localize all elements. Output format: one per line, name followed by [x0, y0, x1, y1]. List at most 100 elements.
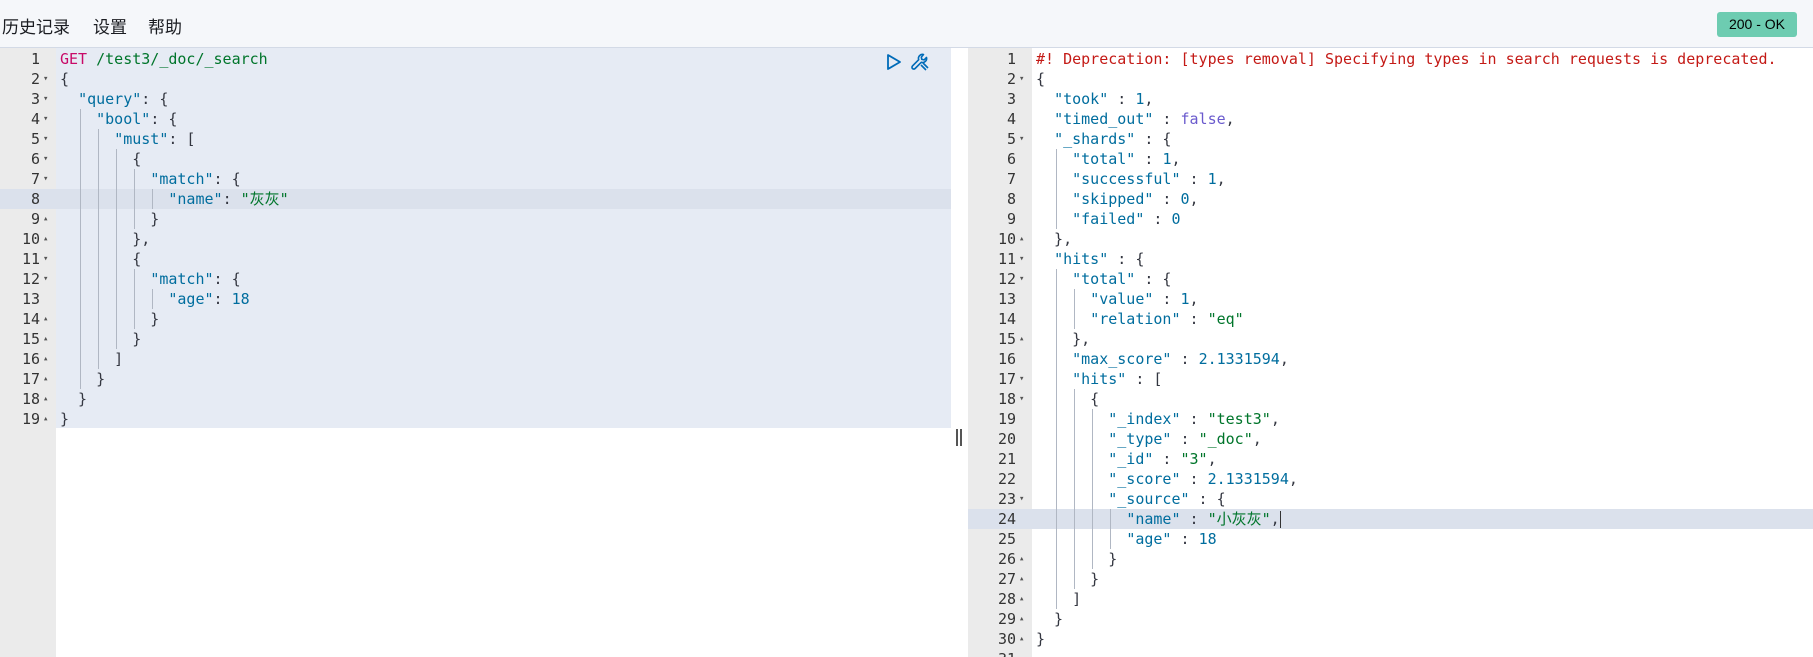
response-line[interactable]: 31: [968, 649, 1813, 657]
line-number: 6: [30, 150, 40, 168]
response-line[interactable]: 15 ▴ },: [968, 329, 1813, 349]
response-line[interactable]: 3 "took" : 1,: [968, 89, 1813, 109]
fold-open-icon[interactable]: ▾: [1019, 129, 1024, 149]
fold-open-icon[interactable]: ▾: [1019, 389, 1024, 409]
response-line[interactable]: 4 "timed_out" : false,: [968, 109, 1813, 129]
request-line[interactable]: 14 ▴ }: [0, 309, 951, 329]
request-line[interactable]: 5 ▾ "must": [: [0, 129, 951, 149]
fold-open-icon[interactable]: ▾: [43, 149, 48, 169]
request-line[interactable]: 7 ▾ "match": {: [0, 169, 951, 189]
response-line[interactable]: 9 "failed" : 0: [968, 209, 1813, 229]
request-line[interactable]: 12 ▾ "match": {: [0, 269, 951, 289]
request-line[interactable]: 2 ▾ {: [0, 69, 951, 89]
code-text: }: [1036, 630, 1046, 648]
menu-history[interactable]: 历史记录: [2, 13, 70, 38]
fold-close-icon[interactable]: ▴: [1019, 329, 1024, 349]
response-line[interactable]: 13 "value" : 1,: [968, 289, 1813, 309]
request-editor[interactable]: 1 GET /test3/_doc/_search 2 ▾{3 ▾ "query": {…: [0, 48, 951, 657]
request-line[interactable]: 9 ▴ }: [0, 209, 951, 229]
code-text: {: [60, 70, 70, 88]
fold-close-icon[interactable]: ▴: [43, 389, 48, 409]
request-line[interactable]: 16 ▴ ]: [0, 349, 951, 369]
response-line[interactable]: 16 "max_score" : 2.1331594,: [968, 349, 1813, 369]
fold-open-icon[interactable]: ▾: [43, 109, 48, 129]
response-line[interactable]: 2 ▾ {: [968, 69, 1813, 89]
fold-open-icon[interactable]: ▾: [43, 169, 48, 189]
request-line[interactable]: 3 ▾ "query": {: [0, 89, 951, 109]
response-line[interactable]: 11 ▾ "hits" : {: [968, 249, 1813, 269]
fold-close-icon[interactable]: ▴: [1019, 589, 1024, 609]
response-line[interactable]: 30 ▴}: [968, 629, 1813, 649]
response-line[interactable]: 12 ▾ "total" : {: [968, 269, 1813, 289]
fold-open-icon[interactable]: ▾: [43, 89, 48, 109]
wrench-icon[interactable]: [909, 51, 931, 73]
response-line[interactable]: 24 "name" : "小灰灰",: [968, 509, 1813, 529]
response-viewer[interactable]: 1 #! Deprecation: [types removal] Specify…: [968, 48, 1813, 657]
line-number: 23: [997, 490, 1016, 508]
request-line[interactable]: 18 ▴ }: [0, 389, 951, 409]
response-line[interactable]: 8 "skipped" : 0,: [968, 189, 1813, 209]
request-line[interactable]: 1 GET /test3/_doc/_search: [0, 49, 951, 69]
response-line[interactable]: 28 ▴ ]: [968, 589, 1813, 609]
play-icon[interactable]: [885, 51, 903, 73]
fold-open-icon[interactable]: ▾: [1019, 69, 1024, 89]
response-line[interactable]: 27 ▴ }: [968, 569, 1813, 589]
fold-open-icon[interactable]: ▾: [1019, 489, 1024, 509]
code-text: GET /test3/_doc/_search: [60, 50, 268, 68]
request-line[interactable]: 8 "name": "灰灰": [0, 189, 951, 209]
response-line[interactable]: 18 ▾ {: [968, 389, 1813, 409]
request-line[interactable]: 11 ▾ {: [0, 249, 951, 269]
fold-close-icon[interactable]: ▴: [1019, 569, 1024, 589]
code-text: "_type" : "_doc",: [1108, 430, 1262, 448]
fold-open-icon[interactable]: ▾: [43, 69, 48, 89]
fold-close-icon[interactable]: ▴: [1019, 229, 1024, 249]
response-line[interactable]: 26 ▴ }: [968, 549, 1813, 569]
fold-close-icon[interactable]: ▴: [1019, 609, 1024, 629]
response-line[interactable]: 6 "total" : 1,: [968, 149, 1813, 169]
fold-close-icon[interactable]: ▴: [1019, 629, 1024, 649]
fold-open-icon[interactable]: ▾: [1019, 369, 1024, 389]
fold-open-icon[interactable]: ▾: [43, 129, 48, 149]
response-line[interactable]: 1 #! Deprecation: [types removal] Specify…: [968, 49, 1813, 69]
menu-help[interactable]: 帮助: [148, 13, 182, 38]
line-number: 4: [1006, 110, 1016, 128]
response-line[interactable]: 17 ▾ "hits" : [: [968, 369, 1813, 389]
response-line[interactable]: 29 ▴ }: [968, 609, 1813, 629]
line-number: 14: [21, 310, 40, 328]
code-text: {: [60, 150, 142, 168]
fold-close-icon[interactable]: ▴: [43, 229, 48, 249]
response-line[interactable]: 23 ▾ "_source" : {: [968, 489, 1813, 509]
fold-open-icon[interactable]: ▾: [1019, 249, 1024, 269]
fold-close-icon[interactable]: ▴: [43, 409, 48, 429]
request-line[interactable]: 17 ▴ }: [0, 369, 951, 389]
fold-close-icon[interactable]: ▴: [43, 369, 48, 389]
response-line[interactable]: 5 ▾ "_shards" : {: [968, 129, 1813, 149]
request-line[interactable]: 4 ▾ "bool": {: [0, 109, 951, 129]
response-line[interactable]: 10 ▴ },: [968, 229, 1813, 249]
fold-open-icon[interactable]: ▾: [43, 269, 48, 289]
fold-close-icon[interactable]: ▴: [43, 349, 48, 369]
fold-close-icon[interactable]: ▴: [43, 329, 48, 349]
response-line[interactable]: 22 "_score" : 2.1331594,: [968, 469, 1813, 489]
request-line[interactable]: 19 ▴}: [0, 409, 951, 429]
code-text: "took" : 1,: [1054, 90, 1154, 108]
line-number: 17: [21, 370, 40, 388]
fold-close-icon[interactable]: ▴: [43, 309, 48, 329]
response-line[interactable]: 7 "successful" : 1,: [968, 169, 1813, 189]
request-line[interactable]: 6 ▾ {: [0, 149, 951, 169]
fold-close-icon[interactable]: ▴: [43, 209, 48, 229]
resize-handle[interactable]: [956, 429, 962, 446]
fold-close-icon[interactable]: ▴: [1019, 549, 1024, 569]
response-line[interactable]: 25 "age" : 18: [968, 529, 1813, 549]
fold-open-icon[interactable]: ▾: [1019, 269, 1024, 289]
request-line[interactable]: 13 "age": 18: [0, 289, 951, 309]
request-line[interactable]: 15 ▴ }: [0, 329, 951, 349]
response-line[interactable]: 21 "_id" : "3",: [968, 449, 1813, 469]
menu-settings[interactable]: 设置: [93, 13, 127, 38]
fold-open-icon[interactable]: ▾: [43, 249, 48, 269]
request-line[interactable]: 10 ▴ },: [0, 229, 951, 249]
code-text: "_score" : 2.1331594,: [1108, 470, 1298, 488]
response-line[interactable]: 19 "_index" : "test3",: [968, 409, 1813, 429]
response-line[interactable]: 14 "relation" : "eq": [968, 309, 1813, 329]
response-line[interactable]: 20 "_type" : "_doc",: [968, 429, 1813, 449]
